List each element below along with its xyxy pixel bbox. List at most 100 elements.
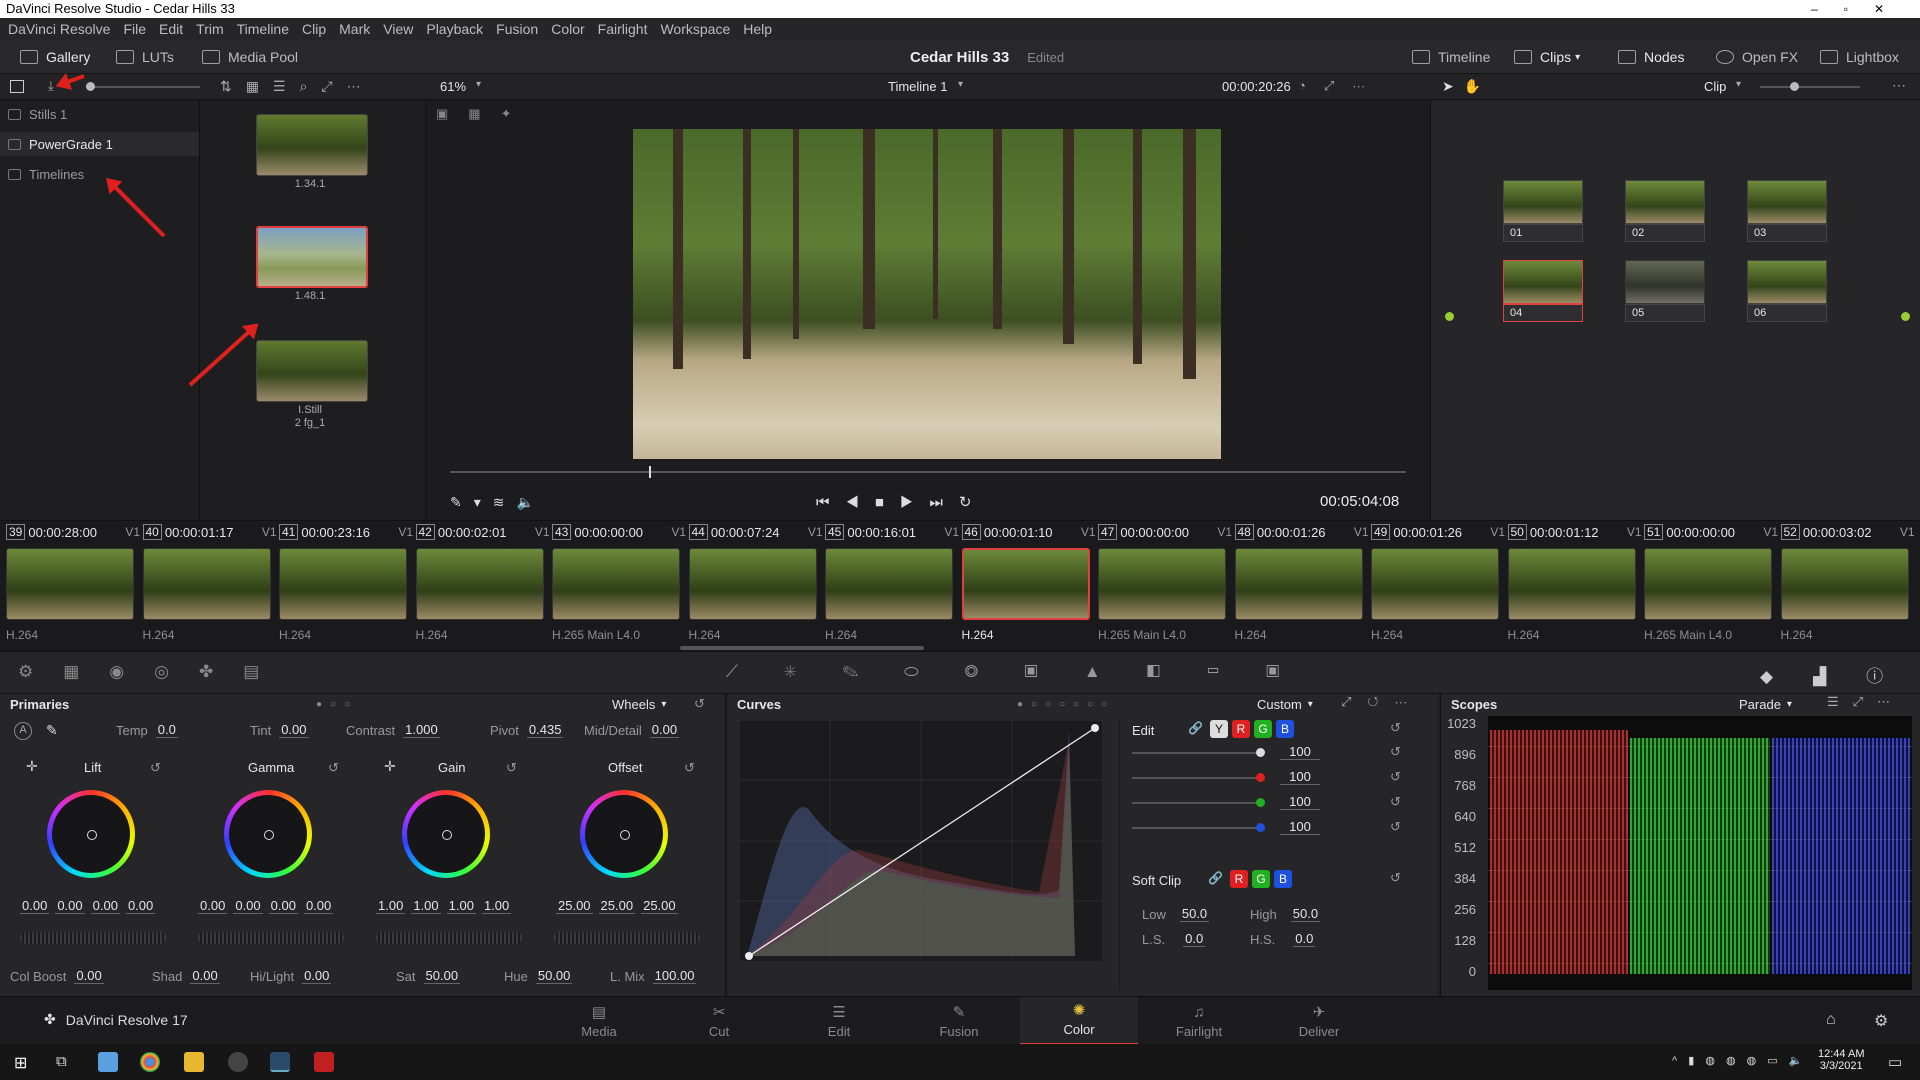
scrubber-playhead[interactable] [649,466,651,478]
curves-graph[interactable] [739,720,1103,962]
mid-detail-field[interactable]: Mid/Detail 0.00 [584,722,680,738]
timeline-clip-47[interactable]: 47 00:00:00:00 V1 H.265 Main L4.0 [1098,524,1234,650]
node-01[interactable]: 01 [1503,180,1585,246]
curves-option-icons[interactable]: ⤢↺⋯ [1341,694,1423,710]
album-powergrade-1[interactable]: PowerGrade 1 [0,132,199,156]
lift-values[interactable]: 0.00 0.00 0.00 0.00 [20,898,156,914]
davinci-taskbar-icon[interactable] [270,1052,290,1072]
r-intensity-slider[interactable] [1132,777,1262,779]
channel-y[interactable]: Y [1210,720,1228,738]
node-input[interactable] [1445,312,1454,321]
timeline-chevron-down-icon[interactable]: ▾ [958,79,963,90]
shad-field[interactable]: Shad 0.00 [152,968,220,984]
node-06[interactable]: 06 [1747,260,1829,326]
gain-master-slider[interactable] [376,932,522,944]
timeline-button[interactable]: Timeline [1412,40,1490,74]
r-slider-knob[interactable] [1256,773,1265,782]
viewer-tool-icons[interactable]: ✎▾≋🔈 [450,494,546,511]
low-field[interactable]: Low 50.0 [1142,906,1210,922]
playback-buttons[interactable]: ⏮◀■▶⏭↻ [816,493,987,511]
node-zoom-knob[interactable] [1790,82,1799,91]
contrast-field[interactable]: Contrast 1.000 [346,722,440,738]
clip-thumbnail[interactable] [1371,548,1499,620]
timeline-clip-46[interactable]: 46 00:00:01:10 V1 H.264 [961,524,1098,650]
offset-reset-icon[interactable]: ↺ [684,760,695,776]
offset-master-slider[interactable] [554,932,700,944]
picker-icon[interactable]: ✎ [46,722,58,739]
channel-chips[interactable]: 🔗 Y R G B [1188,720,1298,738]
auto-balance-icon[interactable]: A [14,722,32,740]
g-reset-icon[interactable]: ↺ [1390,794,1401,810]
page-tab-color[interactable]: ✺ Color [1020,997,1138,1045]
menu-item-fusion[interactable]: Fusion [496,21,538,37]
gain-picker-icon[interactable]: ✛ [384,758,396,775]
lmix-field[interactable]: L. Mix 100.00 [610,968,697,984]
clock[interactable]: 12:44 AM 3/3/2021 [1818,1048,1864,1072]
page-tab-edit[interactable]: ☰ Edit [780,997,898,1045]
node-03[interactable]: 03 [1747,180,1829,246]
chrome-icon[interactable] [140,1052,160,1072]
y-reset-icon[interactable]: ↺ [1390,744,1401,760]
menu-item-davinci[interactable]: DaVinci Resolve [8,21,110,37]
clip-thumbnail[interactable] [1507,548,1636,620]
album-stills-1[interactable]: Stills 1 [8,102,67,126]
clip-thumbnail[interactable] [825,548,953,620]
page-tab-deliver[interactable]: ✈ Deliver [1260,997,1378,1045]
windows-start-icon[interactable]: ⊞ [14,1053,27,1073]
sat-field[interactable]: Sat 50.00 [396,968,461,984]
media-pool-button[interactable]: Media Pool [202,40,298,74]
viewer-option-icons[interactable]: ◔⤢⋯ [1298,78,1383,94]
clip-thumbnail[interactable] [1234,548,1363,620]
hilight-field[interactable]: Hi/Light 0.00 [250,968,332,984]
clip-thumbnail[interactable] [279,548,407,620]
still-thumbnail[interactable] [256,340,368,402]
y-intensity-slider[interactable] [1132,752,1262,754]
b-slider-knob[interactable] [1256,823,1265,832]
slider-knob[interactable] [86,82,95,91]
timeline-clip-44[interactable]: 44 00:00:07:24 V1 H.264 [688,524,825,650]
timeline-clip-42[interactable]: 42 00:00:02:01 V1 H.264 [415,524,552,650]
gamma-wheel[interactable] [224,790,312,878]
gain-values[interactable]: 1.00 1.00 1.00 1.00 [376,898,512,914]
primaries-mode-selector[interactable]: Wheels ▾ [612,694,666,714]
lift-reset-icon[interactable]: ↺ [150,760,161,776]
taskbar-app-icon[interactable] [98,1052,118,1072]
timeline-clip-41[interactable]: 41 00:00:23:16 V1 H.264 [279,524,415,650]
lift-wheel[interactable] [47,790,135,878]
menu-item-workspace[interactable]: Workspace [660,21,730,37]
album-timelines[interactable]: Timelines [8,162,84,186]
channel-g[interactable]: G [1254,720,1272,738]
offset-wheel[interactable] [580,790,668,878]
timeline-clip-50[interactable]: 50 00:00:01:12 V1 H.264 [1507,524,1644,650]
timeline-clip-49[interactable]: 49 00:00:01:26 V1 H.264 [1371,524,1507,650]
softclip-channel-g[interactable]: G [1252,870,1270,888]
timeline-clip-45[interactable]: 45 00:00:16:01 V1 H.264 [825,524,961,650]
still-thumbnail-selected[interactable] [256,226,368,288]
link-icon[interactable]: 🔗 [1208,871,1223,885]
y-intensity-value[interactable]: 100 [1280,744,1320,760]
timeline-clip-52[interactable]: 52 00:00:03:02 V1 H.264 [1780,524,1917,650]
gamma-values[interactable]: 0.00 0.00 0.00 0.00 [198,898,334,914]
node-mode-selector[interactable]: Clip [1704,79,1726,94]
node-zoom-slider[interactable] [1760,86,1860,88]
g-intensity-value[interactable]: 100 [1280,794,1320,810]
clip-strip-scrollbar[interactable] [680,646,924,650]
hs-field[interactable]: H.S. 0.0 [1250,931,1316,947]
system-tray-icons[interactable]: ^ ▮ ◍ ◍ ◍ ▭ 🔈 [1672,1054,1806,1067]
gain-reset-icon[interactable]: ↺ [506,760,517,776]
page-tab-media[interactable]: ▤ Media [540,997,658,1045]
lift-picker-icon[interactable]: ✛ [26,758,38,775]
scope-option-icons[interactable]: ☰⤢⋯ [1827,694,1904,710]
ls-field[interactable]: L.S. 0.0 [1142,931,1206,947]
softclip-channel-b[interactable]: B [1274,870,1292,888]
notifications-icon[interactable]: ▭ [1888,1053,1902,1071]
y-slider-knob[interactable] [1256,748,1265,757]
lift-master-slider[interactable] [20,932,166,944]
softclip-channel-chips[interactable]: 🔗 R G B [1208,870,1296,888]
zoom-level[interactable]: 61% [440,79,466,94]
taskbar-app-icon[interactable] [228,1052,248,1072]
node-output[interactable] [1901,312,1910,321]
clip-thumbnail[interactable] [1098,548,1226,620]
sidebar-toggle-icon[interactable] [10,80,24,93]
temp-field[interactable]: Temp 0.0 [116,722,178,738]
